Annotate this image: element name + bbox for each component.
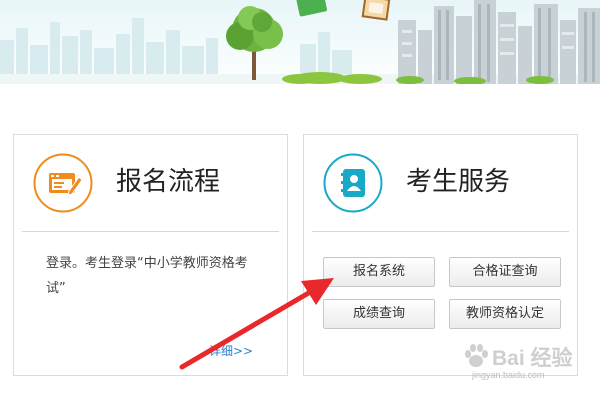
- divider: [312, 231, 569, 232]
- registration-system-button[interactable]: 报名系统: [323, 257, 435, 287]
- registration-process-panel: 报名流程 登录。考生登录“中小学教师资格考试” 详细>>: [13, 134, 288, 376]
- city-skyline-illustration: [0, 0, 600, 84]
- watermark-url: jingyan.baidu.com: [472, 370, 545, 380]
- paw-logo-icon: [465, 344, 488, 367]
- teacher-qualification-button[interactable]: 教师资格认定: [449, 299, 561, 329]
- score-query-button[interactable]: 成绩查询: [323, 299, 435, 329]
- panel-title: 报名流程: [116, 167, 221, 197]
- header-banner: [0, 0, 600, 84]
- certificate-query-button[interactable]: 合格证查询: [449, 257, 561, 287]
- divider: [22, 231, 279, 232]
- form-edit-icon: [33, 153, 93, 213]
- tree-illustration: [226, 6, 283, 80]
- panel-title: 考生服务: [406, 167, 511, 197]
- contact-book-icon: [323, 153, 383, 213]
- watermark-brand: Bai 经验: [492, 347, 573, 370]
- more-details-link[interactable]: 详细>>: [209, 342, 253, 359]
- panel-header: 考生服务: [304, 135, 577, 231]
- registration-description: 登录。考生登录“中小学教师资格考试”: [46, 256, 248, 296]
- panel-header: 报名流程: [14, 135, 287, 231]
- baidu-jingyan-watermark: Bai 经验 jingyan.baidu.com: [462, 340, 592, 390]
